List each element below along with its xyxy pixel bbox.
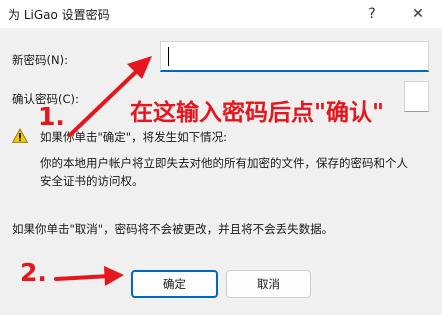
step2-arrow [54, 266, 124, 286]
annotation-arrows [54, 56, 152, 286]
step1-arrow [68, 56, 152, 137]
